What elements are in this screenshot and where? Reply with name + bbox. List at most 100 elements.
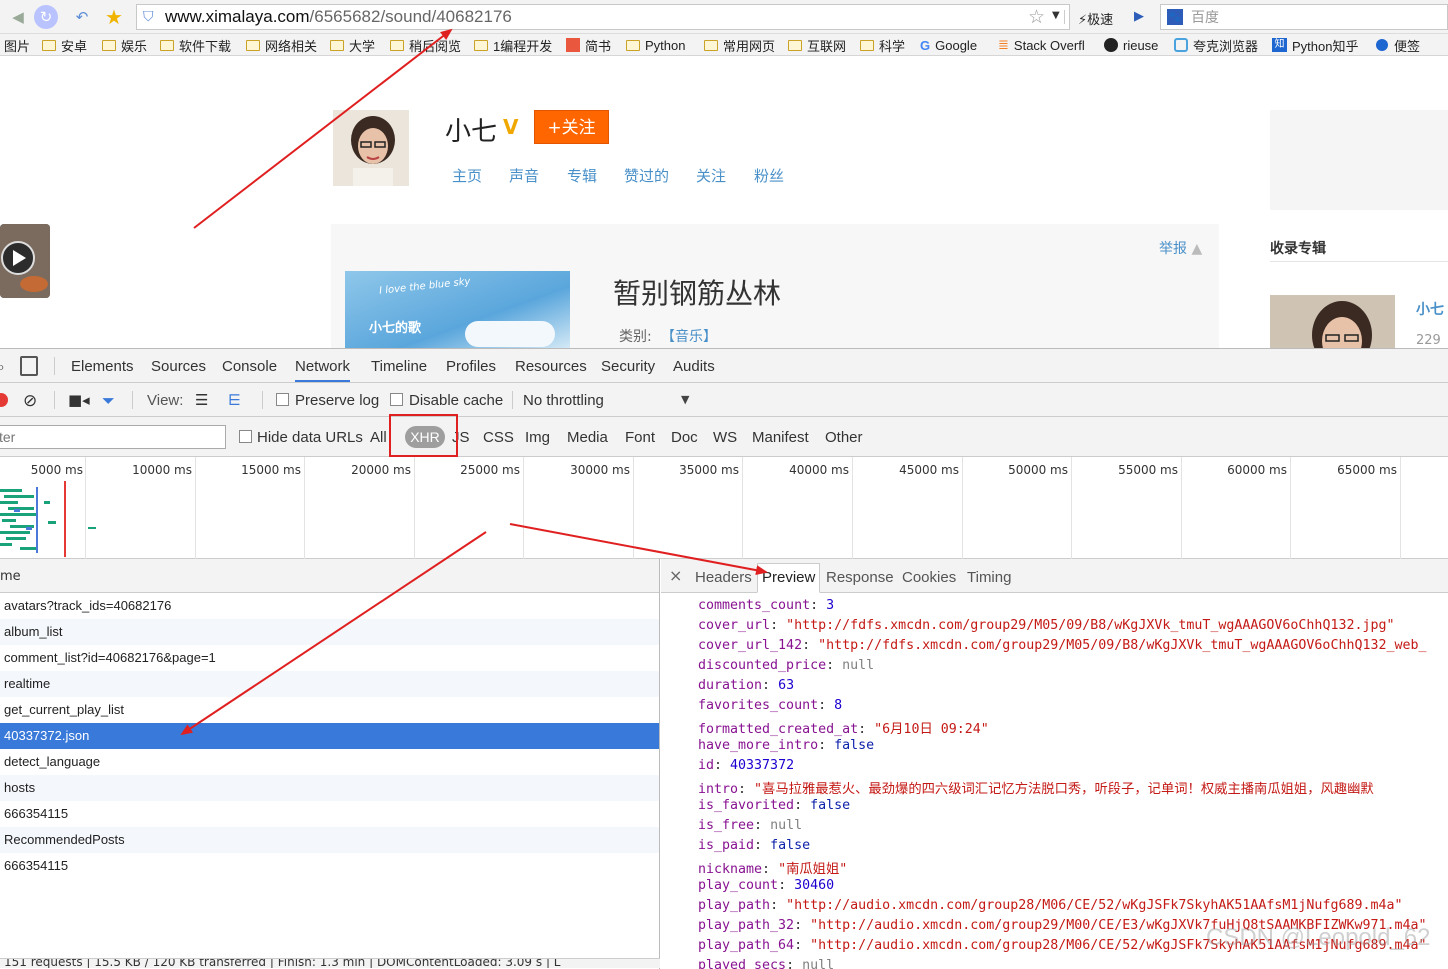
bookmark-item[interactable]: 便签 — [1376, 36, 1420, 54]
filter-type-xhr[interactable]: XHR — [405, 426, 445, 448]
bookmark-item[interactable]: 图片 — [4, 36, 30, 54]
tab-timing[interactable]: Timing — [967, 569, 1011, 586]
bookmark-item[interactable]: 科学 — [860, 36, 905, 54]
bookmark-item[interactable]: 1编程开发 — [474, 36, 552, 54]
album-cover[interactable] — [1270, 295, 1395, 348]
network-overview-timeline[interactable]: 5000 ms 10000 ms 15000 ms 20000 ms 25000… — [0, 457, 1448, 559]
json-property-line[interactable]: favorites_count: 8 — [698, 698, 842, 713]
tab-response[interactable]: Response — [826, 569, 894, 586]
filter-type-img[interactable]: Img — [525, 429, 550, 446]
bookmark-item[interactable]: 常用网页 — [704, 36, 775, 54]
tab-timeline[interactable]: Timeline — [371, 358, 427, 375]
json-property-line[interactable]: play_count: 30460 — [698, 878, 834, 893]
json-property-line[interactable]: is_favorited: false — [698, 798, 850, 813]
tab-network[interactable]: Network — [295, 358, 351, 382]
bookmark-star-icon[interactable]: ☆ — [1028, 6, 1045, 28]
request-row[interactable]: hosts — [0, 775, 659, 801]
json-property-line[interactable]: duration: 63 — [698, 678, 794, 693]
json-property-line[interactable]: have_more_intro: false — [698, 738, 874, 753]
tab-preview[interactable]: Preview — [757, 563, 821, 593]
preserve-log-checkbox[interactable] — [276, 393, 289, 406]
filter-icon[interactable]: ⏷ — [102, 391, 115, 411]
disable-cache-checkbox[interactable] — [390, 393, 403, 406]
bookmark-item[interactable]: 网络相关 — [246, 36, 317, 54]
json-property-line[interactable]: cover_url: "http://fdfs.xmcdn.com/group2… — [698, 618, 1395, 633]
request-row[interactable]: RecommendedPosts — [0, 827, 659, 853]
request-row-selected[interactable]: 40337372.json — [0, 723, 659, 749]
bookmark-item[interactable]: 互联网 — [788, 36, 846, 54]
filter-type-media[interactable]: Media — [567, 429, 608, 446]
floating-player[interactable] — [0, 224, 50, 298]
filter-type-manifest[interactable]: Manifest — [752, 429, 809, 446]
clear-icon[interactable]: ⊘ — [23, 391, 37, 411]
camera-icon[interactable]: ■◂ — [68, 391, 90, 409]
json-property-line[interactable]: is_free: null — [698, 818, 802, 833]
sidebar-user[interactable]: 小七 — [1416, 299, 1444, 319]
bookmark-item[interactable]: 大学 — [330, 36, 375, 54]
json-property-line[interactable]: intro: "喜马拉雅最惹火、最劲爆的四六级词汇记忆方法脱口秀，听段子，记单词… — [698, 778, 1374, 797]
play-icon[interactable]: ▶ — [1134, 9, 1144, 24]
filter-type-all[interactable]: All — [370, 429, 387, 446]
favorite-star-icon[interactable]: ★ — [102, 5, 126, 29]
follow-button[interactable]: +关注 — [534, 110, 609, 144]
filter-type-js[interactable]: JS — [452, 429, 470, 446]
json-property-line[interactable]: is_paid: false — [698, 838, 810, 853]
json-property-line[interactable]: played_secs: null — [698, 958, 834, 969]
tab-console[interactable]: Console — [222, 358, 277, 375]
bookmark-item[interactable]: rieuse — [1104, 36, 1158, 54]
bookmark-item[interactable]: G Google — [920, 36, 977, 54]
bookmark-item[interactable]: 夸克浏览器 — [1174, 36, 1258, 54]
speed-mode-button[interactable]: ⚡极速 — [1078, 9, 1113, 28]
list-view-icon[interactable]: ☰ — [195, 391, 208, 409]
tab-liked[interactable]: 赞过的 — [624, 165, 669, 186]
waterfall-view-icon[interactable]: ⋿ — [228, 391, 241, 409]
tab-elements[interactable]: Elements — [71, 358, 134, 375]
user-avatar[interactable] — [333, 110, 409, 186]
throttling-select[interactable]: No throttling ▼ — [523, 389, 693, 411]
record-icon[interactable] — [0, 393, 8, 407]
bookmark-item[interactable]: Python — [626, 36, 685, 54]
filter-input[interactable] — [0, 425, 226, 449]
dropdown-arrow-icon[interactable]: ▼ — [1052, 10, 1060, 21]
request-row[interactable]: comment_list?id=40682176&page=1 — [0, 645, 659, 671]
request-row[interactable]: album_list — [0, 619, 659, 645]
json-property-line[interactable]: nickname: "南瓜姐姐" — [698, 858, 847, 877]
bookmark-item[interactable]: 知 Python知乎 — [1272, 36, 1358, 54]
tab-albums[interactable]: 专辑 — [567, 165, 597, 186]
filter-type-font[interactable]: Font — [625, 429, 655, 446]
tab-resources[interactable]: Resources — [515, 358, 587, 375]
json-property-line[interactable]: play_path: "http://audio.xmcdn.com/group… — [698, 898, 1403, 913]
category-link[interactable]: 【音乐】 — [661, 326, 717, 346]
tab-cookies[interactable]: Cookies — [902, 569, 956, 586]
tab-fans[interactable]: 粉丝 — [754, 165, 784, 186]
tab-sources[interactable]: Sources — [151, 358, 206, 375]
request-row[interactable]: get_current_play_list — [0, 697, 659, 723]
inspect-icon[interactable]: ⌕ — [0, 357, 5, 377]
tab-security[interactable]: Security — [601, 358, 655, 375]
tab-audits[interactable]: Audits — [673, 358, 715, 375]
refresh-icon[interactable]: ↻ — [34, 5, 58, 29]
request-row[interactable]: 666354115 — [0, 853, 659, 879]
url-text[interactable]: www.ximalaya.com/6565682/sound/40682176 — [165, 7, 512, 27]
device-mode-icon[interactable] — [20, 356, 38, 376]
tab-following[interactable]: 关注 — [696, 165, 726, 186]
tab-profiles[interactable]: Profiles — [446, 358, 496, 375]
json-property-line[interactable]: discounted_price: null — [698, 658, 874, 673]
json-property-line[interactable]: comments_count: 3 — [698, 598, 834, 613]
close-icon[interactable]: × — [669, 566, 682, 585]
tab-headers[interactable]: Headers — [695, 569, 752, 586]
request-row[interactable]: 666354115 — [0, 801, 659, 827]
tab-sounds[interactable]: 声音 — [509, 165, 539, 186]
bookmark-item[interactable]: 简书 — [566, 36, 611, 54]
request-row[interactable]: avatars?track_ids=40682176 — [0, 593, 659, 619]
request-row[interactable]: detect_language — [0, 749, 659, 775]
search-box[interactable]: 🐾 百度 — [1160, 4, 1448, 30]
json-property-line[interactable]: formatted_created_at: "6月10日 09:24" — [698, 718, 989, 737]
bookmark-item[interactable]: 软件下载 — [160, 36, 231, 54]
report-link[interactable]: 举报 ▲ — [1159, 238, 1202, 258]
filter-type-ws[interactable]: WS — [713, 429, 737, 446]
hide-data-urls-checkbox[interactable] — [239, 430, 252, 443]
bookmark-item[interactable]: 娱乐 — [102, 36, 147, 54]
filter-type-doc[interactable]: Doc — [671, 429, 698, 446]
bookmark-item[interactable]: 安卓 — [42, 36, 87, 54]
